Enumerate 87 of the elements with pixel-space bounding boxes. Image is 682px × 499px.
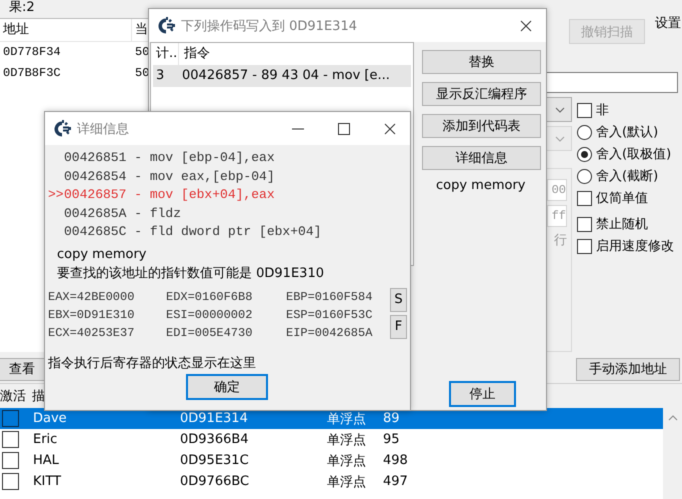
checkbox[interactable]	[2, 452, 19, 469]
settings-label: 设置	[655, 15, 681, 32]
count-text: 3	[155, 67, 166, 85]
register-value: EBX=0D91E310	[48, 306, 136, 324]
action-button[interactable]: 替换	[422, 50, 541, 74]
maximize-icon	[338, 122, 350, 134]
close-icon	[520, 20, 532, 32]
checkbox[interactable]	[2, 431, 19, 448]
checkbox[interactable]	[577, 190, 592, 206]
description-text: KITT	[33, 474, 62, 489]
address-text: 0D95E31C	[180, 453, 250, 468]
address-row[interactable]: Eric 0D9366B4 单浮点 95	[0, 429, 663, 450]
checkbox-label: 禁止随机	[596, 216, 648, 233]
code-line: 00426851 - mov [ebp-04],eax	[64, 149, 275, 167]
current-marker: >>	[48, 186, 64, 204]
code-line: 00426854 - mov eax,[ebp-04]	[64, 168, 275, 186]
pointer-hint: 要查找的该地址的指针数值可能是 0D91E310	[57, 264, 325, 282]
chevron-down-icon	[555, 106, 565, 112]
table-cell-text: 0D7B8F3C	[2, 65, 62, 82]
code-line: 0042685C - fld dword ptr [ebx+04]	[64, 223, 322, 241]
description-text: Dave	[33, 411, 68, 426]
column-header[interactable]: 激活	[0, 386, 32, 408]
column-header[interactable]: 指令	[179, 43, 210, 65]
close-icon	[384, 122, 396, 134]
type-text: 单浮点	[327, 474, 367, 490]
flag-button[interactable]: S	[390, 288, 407, 312]
ok-button[interactable]: 确定	[186, 374, 268, 400]
checkbox[interactable]	[577, 238, 592, 254]
column-header[interactable]: 描	[32, 386, 45, 408]
value-text: 497	[383, 474, 408, 489]
checkbox-label: 非	[596, 102, 609, 119]
type-text: 单浮点	[327, 432, 367, 448]
chevron-up-icon	[668, 415, 678, 421]
stop-button[interactable]: 停止	[449, 381, 516, 407]
description-text: HAL	[33, 453, 60, 468]
register-value: EAX=42BE0000	[48, 288, 136, 306]
checkbox[interactable]	[2, 473, 19, 490]
register-value: EDI=005E4730	[166, 324, 254, 342]
window-title: 下列操作码写入到 0D91E314	[181, 18, 357, 34]
result-count: 果:2	[9, 0, 36, 17]
value-field[interactable]	[545, 72, 678, 93]
address-text: 0D9766BC	[180, 474, 250, 489]
checkbox-label: 启用速度修改	[596, 238, 674, 255]
chevron-down-icon	[555, 136, 565, 142]
radio-button[interactable]	[577, 146, 592, 162]
register-value: ESP=0160F53C	[286, 306, 374, 324]
register-value: ESI=00000002	[166, 306, 254, 324]
radio-button[interactable]	[577, 124, 592, 140]
field-label: 行	[554, 232, 567, 249]
action-button[interactable]: 添加到代码表	[422, 114, 541, 138]
action-button[interactable]: 详细信息	[422, 146, 541, 170]
flag-button[interactable]: F	[390, 314, 407, 338]
column-header[interactable]: 地址	[0, 19, 132, 41]
register-value: EBP=0160F584	[286, 288, 374, 306]
checkbox[interactable]	[577, 102, 592, 118]
radio-label: 舍入(默认)	[596, 124, 658, 141]
scrollbar[interactable]	[663, 408, 682, 499]
add-address-button[interactable]: 手动添加地址	[576, 358, 680, 380]
register-value: ECX=40253E37	[48, 324, 136, 342]
address-row[interactable]: HAL 0D95E31C 单浮点 498	[0, 450, 663, 471]
status-text: 指令执行后寄存器的状态显示在这里	[48, 354, 257, 372]
address-text: 0D91E314	[180, 411, 249, 426]
register-value: EDX=0160F6B8	[166, 288, 254, 306]
radio-button[interactable]	[577, 168, 592, 184]
code-line: 0042685A - fldz	[64, 204, 182, 222]
register-value: EIP=0042685A	[286, 324, 374, 342]
comment-text: copy memory	[57, 246, 148, 264]
checkbox[interactable]	[2, 410, 19, 427]
code-line: 00426857 - mov [ebx+04],eax	[64, 186, 275, 204]
table-cell-text: 0D778F34	[2, 44, 62, 61]
type-text: 单浮点	[327, 452, 367, 470]
window-title: 详细信息	[77, 120, 129, 138]
radio-label: 舍入(取极值)	[596, 146, 672, 163]
address-text: 0D9366B4	[180, 432, 250, 447]
address-row[interactable]: KITT 0D9766BC 单浮点 497	[0, 471, 663, 492]
radio-label: 舍入(截断)	[596, 168, 658, 185]
value-text: 89	[383, 411, 400, 426]
description-text: Eric	[33, 432, 58, 447]
note-text: copy memory	[436, 178, 526, 193]
checkbox-label: 仅简单值	[596, 190, 648, 207]
checkbox[interactable]	[577, 216, 592, 232]
value-text: 95	[383, 432, 400, 447]
value-text: 498	[383, 453, 408, 468]
action-button[interactable]: 显示反汇编程序	[422, 82, 541, 106]
instruction-row[interactable]: 3 00426857 - 89 43 04 - mov [e...	[153, 65, 411, 87]
type-text: 单浮点	[327, 410, 367, 428]
instruction-text: 00426857 - 89 43 04 - mov [e...	[182, 67, 390, 85]
